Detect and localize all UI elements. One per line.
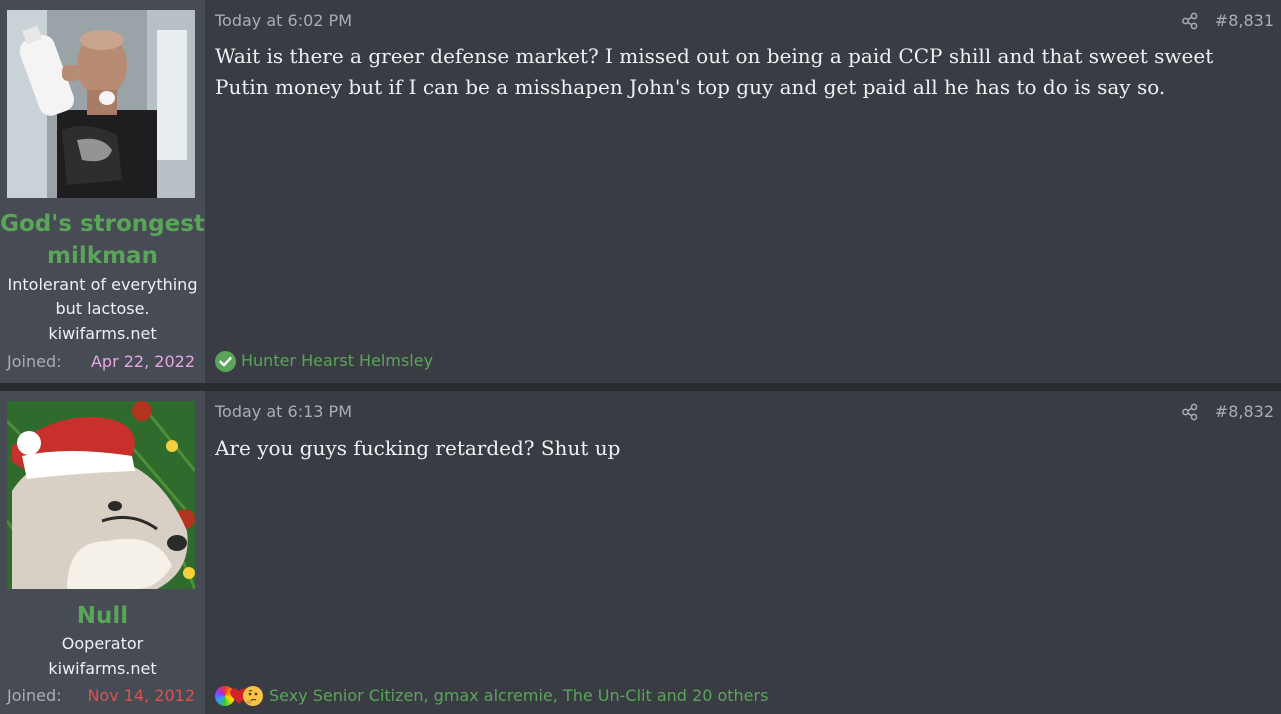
user-banner: kiwifarms.net xyxy=(48,324,157,343)
message-body: Are you guys fucking retarded? Shut up xyxy=(215,436,621,460)
post-number[interactable]: #8,832 xyxy=(1215,401,1274,423)
post-meta: #8,831 xyxy=(1181,10,1274,32)
joined-row: Joined: Apr 22, 2022 xyxy=(7,351,195,373)
user-title: Ooperator xyxy=(61,634,144,653)
username[interactable]: God's strongest milkman xyxy=(0,208,205,272)
joined-row: Joined: Nov 14, 2012 xyxy=(7,685,195,707)
post-number[interactable]: #8,831 xyxy=(1215,10,1274,32)
message-body: Wait is there a greer defense market? I … xyxy=(215,44,1214,99)
avatar[interactable] xyxy=(7,401,195,589)
joined-label: Joined: xyxy=(7,352,62,371)
avatar[interactable] xyxy=(7,10,195,198)
reactions-bar[interactable]: Sexy Senior Citizen, gmax alcremie, The … xyxy=(215,685,768,707)
username[interactable]: Null xyxy=(0,600,205,632)
user-info: Null Ooperator kiwifarms.net Joined: Nov… xyxy=(0,391,205,714)
joined-date: Nov 14, 2012 xyxy=(87,686,195,705)
joined-label: Joined: xyxy=(7,686,62,705)
reactions-text[interactable]: Hunter Hearst Helmsley xyxy=(241,350,433,372)
thinking-icon xyxy=(243,686,263,706)
post: God's strongest milkman Intolerant of ev… xyxy=(0,0,1281,383)
user-info: God's strongest milkman Intolerant of ev… xyxy=(0,0,205,383)
user-title: Intolerant of everything but lactose. xyxy=(7,275,198,318)
share-icon[interactable] xyxy=(1181,403,1199,421)
joined-date: Apr 22, 2022 xyxy=(90,352,195,371)
reactions-bar[interactable]: Hunter Hearst Helmsley xyxy=(215,350,433,372)
post-content: Today at 6:13 PM #8,832 Are you guys fuc… xyxy=(205,391,1281,714)
post-content: Today at 6:02 PM #8,831 Wait is there a … xyxy=(205,0,1281,383)
post-divider xyxy=(0,383,1281,391)
check-icon xyxy=(215,350,236,372)
share-icon[interactable] xyxy=(1181,12,1199,30)
reactions-text[interactable]: Sexy Senior Citizen, gmax alcremie, The … xyxy=(269,685,768,707)
post-date[interactable]: Today at 6:02 PM xyxy=(215,10,352,32)
post: Null Ooperator kiwifarms.net Joined: Nov… xyxy=(0,391,1281,714)
post-meta: #8,832 xyxy=(1181,401,1274,423)
post-date[interactable]: Today at 6:13 PM xyxy=(215,401,352,423)
user-banner: kiwifarms.net xyxy=(48,659,157,678)
